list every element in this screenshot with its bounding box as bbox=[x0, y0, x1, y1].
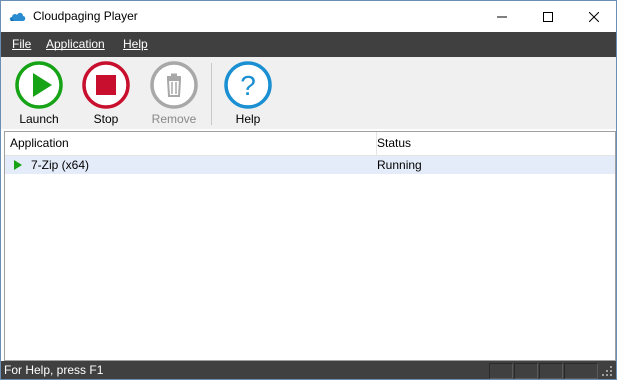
launch-label: Launch bbox=[19, 112, 59, 126]
toolbar: Launch Stop Remove ? Help bbox=[1, 57, 616, 129]
menu-file[interactable]: File bbox=[12, 37, 31, 51]
application-list[interactable]: Application Status 7-Zip (x64) Running bbox=[4, 131, 616, 361]
title-bar[interactable]: Cloudpaging Player bbox=[1, 1, 616, 32]
window-title: Cloudpaging Player bbox=[33, 9, 138, 23]
column-header-application[interactable]: Application bbox=[5, 132, 377, 155]
stop-label: Stop bbox=[93, 112, 119, 126]
help-button[interactable]: ? Help bbox=[218, 61, 278, 127]
menu-bar: File Application Help bbox=[1, 32, 616, 57]
remove-label: Remove bbox=[151, 112, 197, 126]
stop-icon bbox=[82, 61, 130, 109]
running-play-icon bbox=[14, 160, 22, 170]
status-pane-3 bbox=[539, 363, 563, 379]
svg-text:?: ? bbox=[240, 70, 256, 101]
status-pane-2 bbox=[514, 363, 538, 379]
column-header-status[interactable]: Status bbox=[373, 132, 613, 155]
app-window: Cloudpaging Player File Application Help… bbox=[0, 0, 617, 380]
trash-icon bbox=[150, 61, 198, 109]
play-icon bbox=[15, 61, 63, 109]
maximize-icon bbox=[543, 11, 553, 22]
status-pane-1 bbox=[489, 363, 513, 379]
help-label: Help bbox=[235, 112, 261, 126]
toolbar-separator bbox=[211, 63, 212, 125]
table-row[interactable]: 7-Zip (x64) Running bbox=[5, 156, 615, 174]
minimize-icon bbox=[497, 16, 507, 17]
row-status: Running bbox=[377, 158, 422, 172]
close-button[interactable] bbox=[571, 1, 616, 32]
menu-file-label: File bbox=[12, 37, 32, 51]
minimize-button[interactable] bbox=[479, 1, 525, 32]
launch-button[interactable]: Launch bbox=[9, 61, 69, 127]
row-application-name: 7-Zip (x64) bbox=[31, 158, 90, 172]
menu-application-label: Application bbox=[46, 37, 105, 51]
status-text: For Help, press F1 bbox=[4, 363, 104, 377]
close-icon bbox=[589, 11, 599, 22]
menu-help-label: Help bbox=[123, 37, 148, 51]
maximize-button[interactable] bbox=[525, 1, 571, 32]
list-header: Application Status bbox=[5, 132, 615, 156]
cloud-icon bbox=[9, 9, 27, 23]
menu-help[interactable]: Help bbox=[123, 37, 148, 51]
stop-button[interactable]: Stop bbox=[76, 61, 136, 127]
resize-grip-icon[interactable] bbox=[601, 365, 613, 377]
menu-application[interactable]: Application bbox=[46, 37, 105, 51]
question-icon: ? bbox=[224, 61, 272, 109]
status-pane-4 bbox=[564, 363, 598, 379]
status-bar: For Help, press F1 bbox=[1, 361, 616, 379]
remove-button[interactable]: Remove bbox=[144, 61, 204, 127]
